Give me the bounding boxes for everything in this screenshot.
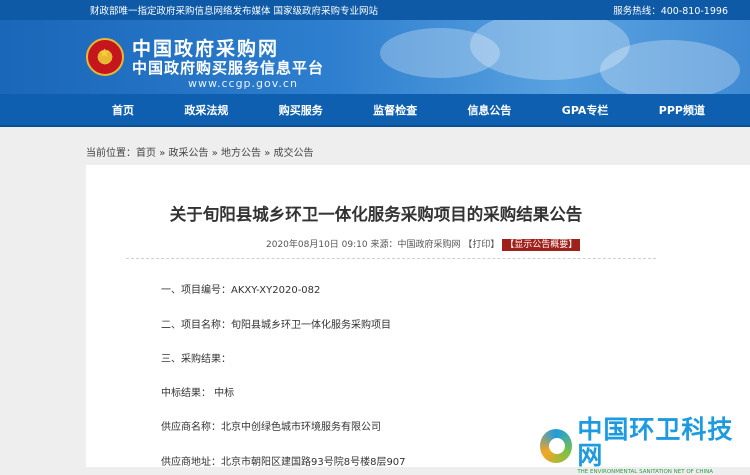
site-banner: ★ 中国政府采购网 中国政府购买服务信息平台 www.ccgp.gov.cn <box>0 20 750 94</box>
nav-gpa[interactable]: GPA专栏 <box>562 102 609 118</box>
nav-supervision[interactable]: 监督检查 <box>373 102 417 118</box>
breadcrumb-local[interactable]: 地方公告 <box>221 148 261 159</box>
breadcrumb-prefix: 当前位置： <box>86 148 136 159</box>
nav-regulations[interactable]: 政采法规 <box>184 102 228 118</box>
breadcrumb-sep: » <box>264 148 271 159</box>
sanitation-logo-icon <box>540 429 573 463</box>
nav-ppp[interactable]: PPP频道 <box>659 102 705 118</box>
site-url: www.ccgp.gov.cn <box>188 77 298 90</box>
breadcrumb-deal[interactable]: 成交公告 <box>274 148 314 159</box>
breadcrumb-sep: » <box>159 148 166 159</box>
hotline-text: 服务热线：400-810-1996 <box>613 6 728 17</box>
result-heading: 三、采购结果： <box>161 354 231 365</box>
breadcrumb: 当前位置：首页 » 政采公告 » 地方公告 » 成交公告 <box>86 144 314 159</box>
article-meta: 2020年08月10日 09:10 来源：中国政府采购网 【打印】 【显示公告概… <box>266 237 581 251</box>
slogan-text: 财政部唯一指定政府采购信息网络发布媒体 国家级政府采购专业网站 <box>90 6 379 17</box>
article-title: 关于旬阳县城乡环卫一体化服务采购项目的采购结果公告 <box>169 205 583 224</box>
watermark-cn: 中国环卫科技网 <box>577 415 734 470</box>
breadcrumb-home[interactable]: 首页 <box>136 148 156 159</box>
watermark: 中国环卫科技网 THE ENVIRONMENTAL SANITATION NET… <box>540 417 750 475</box>
publish-info: 2020年08月10日 09:10 来源：中国政府采购网 【打印】 <box>266 240 500 250</box>
supplier-name: 供应商名称：北京中创绿色城市环境服务有限公司 <box>161 422 381 433</box>
nav-home[interactable]: 首页 <box>112 102 134 118</box>
national-emblem-icon: ★ <box>86 38 124 76</box>
project-number: 一、项目编号：AKXY-XY2020-082 <box>161 285 321 296</box>
watermark-en: THE ENVIRONMENTAL SANITATION NET OF CHIN… <box>577 469 714 475</box>
divider <box>126 258 656 259</box>
breadcrumb-gov-announcements[interactable]: 政采公告 <box>169 148 209 159</box>
show-summary-button[interactable]: 【显示公告概要】 <box>502 239 581 251</box>
main-nav: 首页 政采法规 购买服务 监督检查 信息公告 GPA专栏 PPP频道 <box>0 94 750 127</box>
bid-result: 中标结果： 中标 <box>161 388 235 399</box>
supplier-address: 供应商地址：北京市朝阳区建国路93号院8号楼8层907 <box>161 457 406 468</box>
breadcrumb-sep: » <box>211 148 218 159</box>
site-subtitle: 中国政府购买服务信息平台 <box>132 59 325 77</box>
top-info-bar: 财政部唯一指定政府采购信息网络发布媒体 国家级政府采购专业网站 服务热线：400… <box>0 0 750 20</box>
project-name: 二、项目名称：旬阳县城乡环卫一体化服务采购项目 <box>161 320 391 331</box>
nav-announcements[interactable]: 信息公告 <box>467 102 511 118</box>
nav-purchase-services[interactable]: 购买服务 <box>279 102 323 118</box>
